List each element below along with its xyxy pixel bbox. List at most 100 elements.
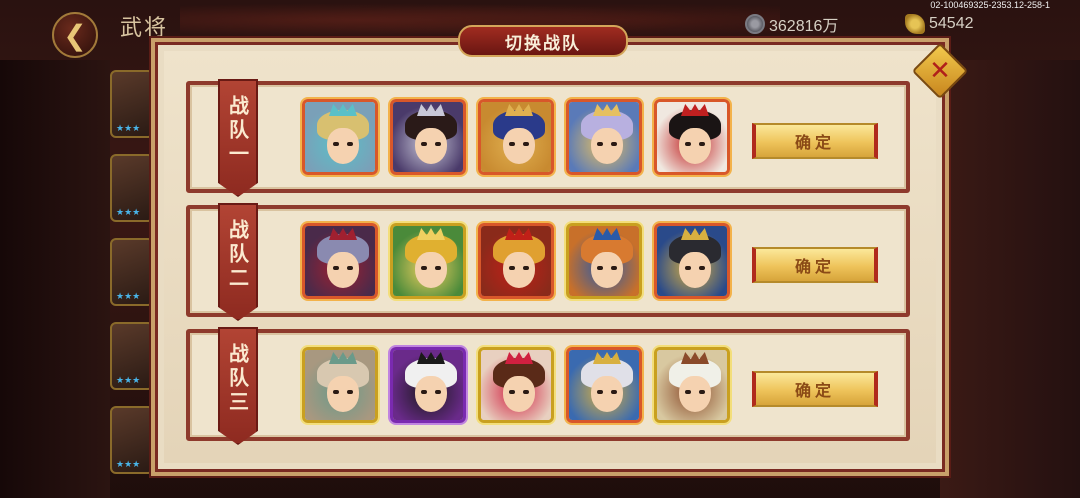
back-arrow-icon: ❮ [63,18,87,52]
hero-eye [597,266,603,270]
hero-eye [685,390,691,394]
hero-art [657,350,727,420]
hero-eye [347,142,353,146]
team-banner: 战队二 [218,203,258,321]
hero-art [305,350,375,420]
side-hero-card[interactable]: ★★★ [110,406,154,474]
left-pillar [0,60,110,498]
hero-portrait[interactable] [566,99,642,175]
hero-eye [699,390,705,394]
hero-eye [523,390,529,394]
hero-portrait[interactable] [654,99,730,175]
hero-eye [699,266,705,270]
hero-art [569,226,639,296]
hero-art [569,102,639,172]
hero-art [481,102,551,172]
hero-portrait[interactable] [390,223,466,299]
hero-portrait[interactable] [654,347,730,423]
hero-face [679,128,711,164]
hero-art [393,226,463,296]
hero-headgear [417,104,445,116]
title-wing-left [383,39,453,45]
hero-face [591,252,623,288]
hero-portrait[interactable] [566,347,642,423]
star-rating: ★★★ [116,208,141,218]
hero-headgear [329,228,357,240]
hero-eye [347,266,353,270]
hero-portrait[interactable] [302,347,378,423]
confirm-button[interactable]: 确定 [752,247,878,283]
gold-currency: 54542 [905,12,974,36]
hero-face [503,376,535,412]
hero-eye [421,390,427,394]
back-button[interactable]: ❮ [52,12,98,58]
hero-art [657,102,727,172]
hero-portrait[interactable] [302,223,378,299]
hero-art [481,350,551,420]
hero-eye [699,142,705,146]
hero-portrait[interactable] [390,99,466,175]
hero-eye [523,142,529,146]
hero-eye [611,390,617,394]
side-hero-card[interactable]: ★★★ [110,154,154,222]
hero-headgear [593,228,621,240]
hero-eye [597,142,603,146]
hero-portrait[interactable] [478,99,554,175]
gold-amount: 54542 [929,15,974,32]
hero-eye [435,390,441,394]
side-hero-card[interactable]: ★★★ [110,70,154,138]
hero-headgear [505,228,533,240]
hero-face [415,128,447,164]
hero-headgear [417,352,445,364]
hero-headgear [593,352,621,364]
hero-portrait[interactable] [302,99,378,175]
silver-currency: 362816万 [745,12,838,36]
modal-body: 战队一 确定 战队二 确定 战队三 确定 [164,51,936,463]
hero-eye [509,390,515,394]
hero-eye [509,142,515,146]
hero-eye [421,142,427,146]
hero-headgear [505,352,533,364]
hero-portrait[interactable] [654,223,730,299]
modal-title: 切换战队 [458,25,628,57]
hero-face [327,252,359,288]
hero-headgear [681,352,709,364]
right-panel-background [940,60,1080,498]
hero-headgear [417,228,445,240]
star-rating: ★★★ [116,124,141,134]
side-hero-card[interactable]: ★★★ [110,322,154,390]
hero-face [327,128,359,164]
hero-portrait[interactable] [390,347,466,423]
hero-eye [347,390,353,394]
team-row: 战队三 确定 [186,327,910,445]
hero-art [393,350,463,420]
confirm-button[interactable]: 确定 [752,371,878,407]
hero-eye [333,266,339,270]
hero-eye [523,266,529,270]
team-banner: 战队三 [218,327,258,445]
hero-eye [597,390,603,394]
hero-face [503,128,535,164]
hero-face [503,252,535,288]
star-rating: ★★★ [116,292,141,302]
hero-art [569,350,639,420]
title-wing-right [633,39,703,45]
gold-ingot-icon [905,14,925,34]
hero-art [393,102,463,172]
hero-headgear [681,228,709,240]
hero-portrait[interactable] [478,347,554,423]
hero-portrait[interactable] [478,223,554,299]
silver-amount: 362816万 [769,18,839,35]
hero-portrait[interactable] [566,223,642,299]
version-string: 02-100469325-2353.12-258-1 [930,0,1050,10]
close-icon: ✕ [929,56,951,86]
hero-headgear [329,104,357,116]
hero-lineup [302,347,730,423]
side-hero-card[interactable]: ★★★ [110,238,154,306]
hero-face [591,128,623,164]
hero-face [591,376,623,412]
confirm-button[interactable]: 确定 [752,123,878,159]
hero-eye [435,266,441,270]
hero-headgear [329,352,357,364]
hero-eye [685,266,691,270]
